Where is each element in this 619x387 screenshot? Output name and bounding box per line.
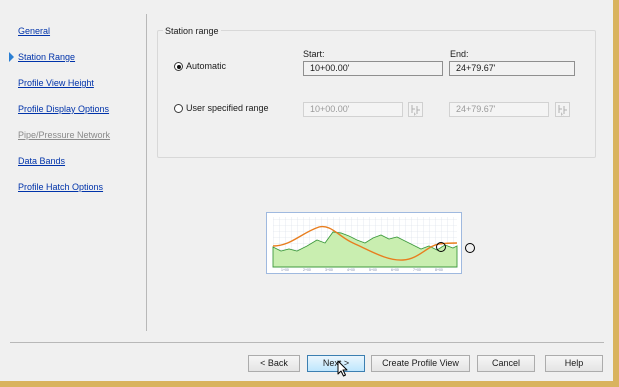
- preview-tick-label: 3+00: [325, 268, 333, 272]
- automatic-start-field[interactable]: 10+00.00': [303, 61, 443, 76]
- preview-tick-label: 6+00: [391, 268, 399, 272]
- preview-tick-label: 1+00: [281, 268, 289, 272]
- automatic-end-field[interactable]: 24+79.67': [449, 61, 575, 76]
- preview-tick-label: 4+00: [347, 268, 355, 272]
- profile-preview-graphic: 1+00 2+00 3+00 4+00 5+00 6+00 7+00 8+00: [272, 217, 458, 272]
- nav-item-pipe-pressure-network: Pipe/Pressure Network: [18, 130, 111, 140]
- user-end-field: 24+79.67': [449, 102, 549, 117]
- station-range-title: Station range: [163, 26, 221, 36]
- create-profile-view-button[interactable]: Create Profile View: [371, 355, 470, 372]
- help-button[interactable]: Help: [545, 355, 603, 372]
- nav-item-profile-view-height[interactable]: Profile View Height: [18, 78, 94, 88]
- preview-tick-label: 7+00: [413, 268, 421, 272]
- pick-start-station-button: [408, 102, 423, 117]
- automatic-radio[interactable]: [174, 62, 183, 71]
- mouse-cursor-icon: [337, 360, 348, 377]
- nav-item-profile-display-options[interactable]: Profile Display Options: [18, 104, 109, 114]
- cancel-button[interactable]: Cancel: [477, 355, 535, 372]
- pick-station-icon: [558, 105, 567, 116]
- nav-item-data-bands[interactable]: Data Bands: [18, 156, 65, 166]
- horizontal-divider: [10, 342, 604, 343]
- pick-station-icon: [411, 105, 420, 116]
- user-start-field: 10+00.00': [303, 102, 403, 117]
- preview-tick-label: 5+00: [369, 268, 377, 272]
- user-specified-radio-label[interactable]: User specified range: [186, 103, 269, 113]
- end-label: End:: [450, 49, 469, 59]
- profile-preview-image: 1+00 2+00 3+00 4+00 5+00 6+00 7+00 8+00: [266, 212, 462, 274]
- create-profile-view-dialog: General Station Range Profile View Heigh…: [0, 0, 613, 381]
- next-button[interactable]: Next >: [307, 355, 365, 372]
- start-label: Start:: [303, 49, 325, 59]
- nav-item-profile-hatch-options[interactable]: Profile Hatch Options: [18, 182, 103, 192]
- vertical-divider: [146, 14, 147, 331]
- nav-item-general[interactable]: General: [18, 26, 50, 36]
- station-range-group: [157, 30, 596, 158]
- pick-end-station-button: [555, 102, 570, 117]
- nav-item-station-range[interactable]: Station Range: [18, 52, 75, 62]
- automatic-radio-label[interactable]: Automatic: [186, 61, 226, 71]
- circle-marker-icon: [465, 243, 475, 253]
- preview-tick-label: 8+00: [435, 268, 443, 272]
- preview-axis-labels: 1+00 2+00 3+00 4+00 5+00 6+00 7+00 8+00: [281, 268, 443, 272]
- back-button[interactable]: < Back: [248, 355, 300, 372]
- preview-tick-label: 2+00: [303, 268, 311, 272]
- selected-arrow-icon: [9, 52, 14, 62]
- user-specified-radio[interactable]: [174, 104, 183, 113]
